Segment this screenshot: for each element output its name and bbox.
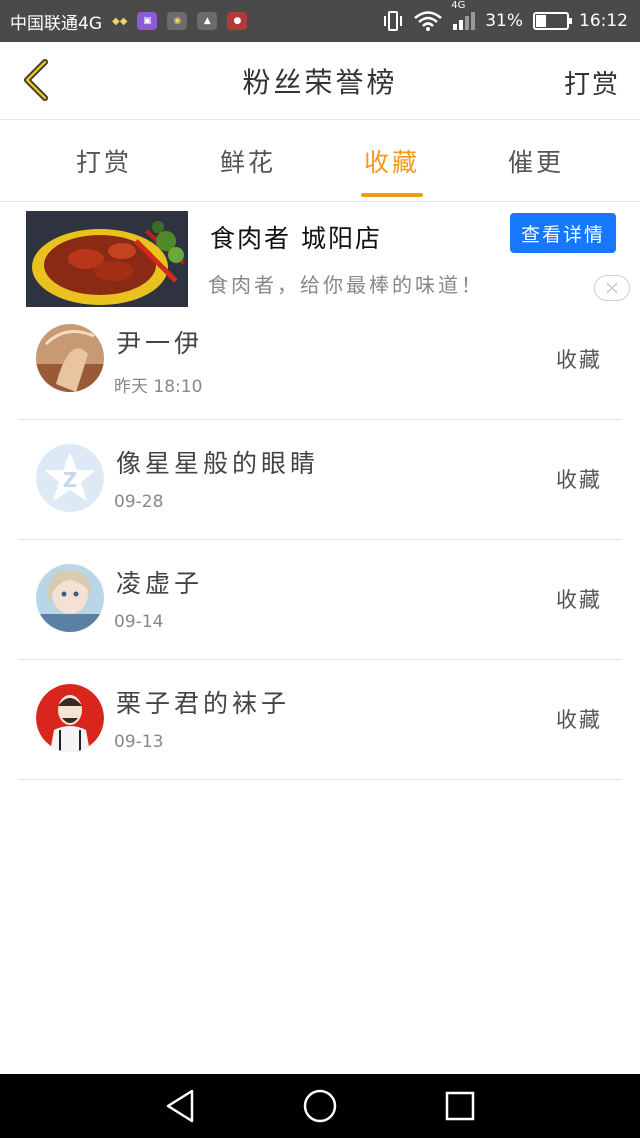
app-icon: ▲ — [197, 12, 218, 30]
tab-label: 催更 — [507, 147, 564, 177]
battery-icon — [533, 12, 572, 30]
page-title: 粉丝荣誉榜 — [242, 65, 398, 99]
avatar[interactable]: Z — [36, 444, 104, 512]
carrier-label: 中国联通4G — [10, 13, 102, 34]
header: 粉丝荣誉榜 打赏 — [0, 42, 640, 120]
avatar[interactable] — [36, 324, 104, 392]
nav-home-button[interactable] — [295, 1081, 345, 1131]
battery-percent: 31% — [485, 11, 523, 31]
back-button[interactable] — [14, 58, 58, 102]
list-item[interactable]: 凌虚子 09-14 收藏 — [18, 540, 622, 660]
ad-title: 食肉者 城阳店 — [210, 224, 382, 253]
active-tab-indicator — [361, 193, 423, 197]
network-badge: 4G — [451, 0, 466, 11]
tab-label: 打赏 — [75, 147, 132, 177]
tab-flowers[interactable]: 鲜花 — [176, 120, 320, 201]
vibrate-icon — [384, 11, 403, 31]
tab-urge-update[interactable]: 催更 — [464, 120, 608, 201]
list-item[interactable]: 栗子君的袜子 09-13 收藏 — [18, 660, 622, 780]
svg-text:Z: Z — [63, 468, 78, 492]
signal-icon: ◆◆ — [112, 15, 128, 27]
recents-square-icon — [445, 1091, 475, 1121]
wifi-icon — [414, 11, 443, 31]
ad-description: 食肉者，给你最棒的味道！ — [208, 273, 484, 297]
ad-image[interactable] — [26, 211, 188, 307]
home-circle-icon — [303, 1089, 337, 1123]
tab-favorites[interactable]: 收藏 — [320, 120, 464, 201]
favorite-label: 收藏 — [556, 588, 602, 612]
list-item[interactable]: 尹一伊 昨天 18:10 收藏 — [18, 300, 622, 420]
avatar[interactable] — [36, 684, 104, 752]
avatar[interactable] — [36, 564, 104, 632]
user-name: 像星星般的眼睛 — [116, 449, 320, 478]
user-name: 凌虚子 — [116, 569, 204, 598]
favorite-label: 收藏 — [556, 708, 602, 732]
close-icon — [606, 282, 618, 294]
tab-bar: 打赏 鲜花 收藏 催更 — [0, 120, 640, 202]
tab-label: 鲜花 — [219, 147, 276, 177]
gallery-icon: ▣ — [137, 12, 158, 30]
timestamp: 09-28 — [114, 492, 164, 512]
default-avatar-icon: Z — [36, 444, 104, 512]
nav-recents-button[interactable] — [435, 1081, 485, 1131]
ad-banner[interactable]: 食肉者 城阳店 食肉者，给你最棒的味道！ 查看详情 — [0, 203, 640, 310]
view-details-button[interactable]: 查看详情 — [510, 213, 616, 253]
timestamp: 09-14 — [114, 612, 164, 632]
favorite-label: 收藏 — [556, 468, 602, 492]
close-ad-button[interactable] — [594, 275, 630, 301]
tab-label: 收藏 — [363, 147, 420, 177]
owl-icon: ◉ — [167, 12, 188, 30]
nav-back-button[interactable] — [155, 1081, 205, 1131]
reward-button[interactable]: 打赏 — [564, 64, 620, 101]
status-bar: 中国联通4G ◆◆ ▣ ◉ ▲ ● 4G 31% 16:12 — [0, 0, 640, 42]
user-name: 尹一伊 — [116, 329, 204, 358]
timestamp: 昨天 18:10 — [114, 377, 203, 397]
tab-reward[interactable]: 打赏 — [32, 120, 176, 201]
user-name: 栗子君的袜子 — [116, 689, 291, 718]
chevron-left-icon — [24, 59, 48, 101]
system-nav-bar — [0, 1074, 640, 1138]
cell-signal-icon: 4G — [451, 0, 476, 30]
clock: 16:12 — [579, 11, 628, 31]
back-triangle-icon — [166, 1089, 194, 1123]
favorites-list: 尹一伊 昨天 18:10 收藏 Z 像星星般的眼睛 09-28 收藏 凌虚子 0… — [0, 300, 640, 780]
favorite-label: 收藏 — [556, 348, 602, 372]
timestamp: 09-13 — [114, 732, 164, 752]
app-red-icon: ● — [227, 12, 248, 30]
list-item[interactable]: Z 像星星般的眼睛 09-28 收藏 — [18, 420, 622, 540]
